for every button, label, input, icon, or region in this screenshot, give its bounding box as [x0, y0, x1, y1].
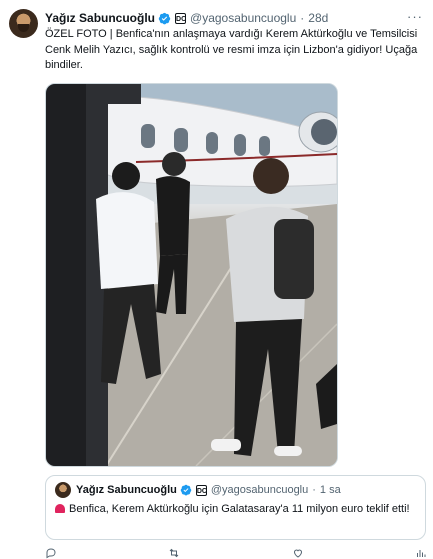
- tweet: Yağız Sabuncuoğlu DC @yagosabuncuoglu · …: [0, 0, 433, 559]
- like-icon: [293, 549, 302, 558]
- verified-icon: [180, 484, 192, 496]
- affiliate-badge: DC: [175, 12, 186, 24]
- avatar-detail: [18, 24, 29, 32]
- separator: ·: [300, 11, 305, 25]
- avatar[interactable]: [9, 9, 38, 38]
- quote-handle: @yagosabuncuoglu: [210, 484, 309, 496]
- author-handle[interactable]: @yagosabuncuoglu: [190, 11, 296, 25]
- like-button[interactable]: [292, 547, 304, 559]
- action-bar: [45, 547, 427, 559]
- author-name[interactable]: Yağız Sabuncuoğlu: [45, 11, 155, 25]
- retweet-button[interactable]: [168, 547, 180, 559]
- verified-icon: [158, 12, 171, 24]
- quote-separator: ·: [312, 484, 316, 496]
- reply-icon: [46, 548, 56, 559]
- timestamp[interactable]: 28d: [308, 11, 328, 25]
- quote-timestamp: 1 sa: [319, 484, 341, 496]
- alarm-icon: [55, 504, 65, 513]
- views-button[interactable]: [415, 547, 427, 559]
- tweet-photo[interactable]: [45, 83, 338, 467]
- reply-button[interactable]: [45, 547, 57, 559]
- retweet-icon: [169, 548, 179, 558]
- tweet-text: ÖZEL FOTO | Benfica'nın anlaşmaya vardığ…: [45, 28, 418, 71]
- tweet-header: Yağız Sabuncuoğlu DC @yagosabuncuoglu · …: [45, 9, 328, 27]
- quote-avatar: [55, 482, 71, 498]
- quote-affiliate-badge: DC: [195, 484, 207, 496]
- views-icon: [416, 550, 426, 557]
- quote-header: Yağız Sabuncuoğlu DC @yagosabuncuoglu · …: [76, 482, 341, 498]
- quoted-tweet[interactable]: Yağız Sabuncuoğlu DC @yagosabuncuoglu · …: [45, 475, 426, 540]
- photo-illustration: [46, 84, 337, 466]
- more-icon[interactable]: ···: [407, 9, 423, 24]
- quote-text: Benfica, Kerem Aktürkoğlu için Galatasar…: [69, 503, 410, 515]
- quote-text-row: Benfica, Kerem Aktürkoğlu için Galatasar…: [55, 502, 415, 518]
- quote-author-name: Yağız Sabuncuoğlu: [76, 484, 177, 496]
